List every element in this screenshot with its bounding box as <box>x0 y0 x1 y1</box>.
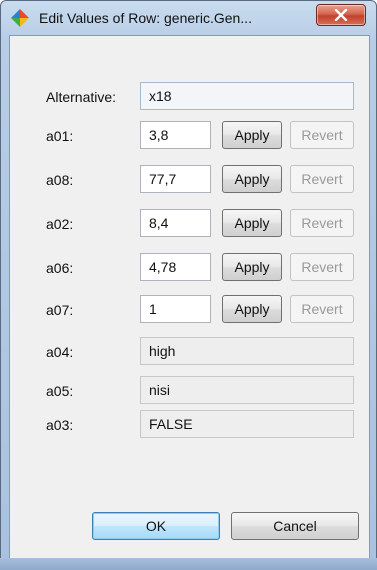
row-label-a01: a01: <box>46 128 74 144</box>
revert-button-a02[interactable]: Revert <box>290 209 354 237</box>
title-bar[interactable]: Edit Values of Row: generic.Gen... <box>1 1 376 35</box>
ok-button[interactable]: OK <box>92 512 220 540</box>
apply-button-a01[interactable]: Apply <box>222 121 282 149</box>
revert-button-a01[interactable]: Revert <box>290 121 354 149</box>
readonly-field-a05: nisi <box>140 376 354 404</box>
apply-button-a06[interactable]: Apply <box>222 253 282 281</box>
row-label-a04: a04: <box>46 344 74 360</box>
readonly-field-a03: FALSE <box>140 410 354 438</box>
apply-button-a02[interactable]: Apply <box>222 209 282 237</box>
readonly-field-a04: high <box>140 337 354 365</box>
alternative-field: x18 <box>140 82 354 110</box>
close-icon <box>334 9 348 21</box>
value-input-a08[interactable]: 77,7 <box>140 165 211 193</box>
row-label-a07: a07: <box>46 302 74 318</box>
cancel-button[interactable]: Cancel <box>231 512 359 540</box>
value-input-a06[interactable]: 4,78 <box>140 253 211 281</box>
value-input-a02[interactable]: 8,4 <box>140 209 211 237</box>
dialog-content: Alternative: x18 a01: 3,8 Apply Revert a… <box>9 35 370 561</box>
row-label-a05: a05: <box>46 383 74 399</box>
apply-button-a07[interactable]: Apply <box>222 295 282 323</box>
close-button[interactable] <box>316 4 366 26</box>
row-label-a06: a06: <box>46 260 74 276</box>
window-title: Edit Values of Row: generic.Gen... <box>39 10 252 26</box>
app-icon <box>11 9 29 27</box>
revert-button-a07[interactable]: Revert <box>290 295 354 323</box>
row-label-a03: a03: <box>46 417 74 433</box>
value-input-a07[interactable]: 1 <box>140 295 211 323</box>
dialog-window: Edit Values of Row: generic.Gen... Alter… <box>0 0 377 570</box>
apply-button-a08[interactable]: Apply <box>222 165 282 193</box>
alternative-label: Alternative: <box>46 89 117 105</box>
row-label-a08: a08: <box>46 172 74 188</box>
row-label-a02: a02: <box>46 216 74 232</box>
revert-button-a06[interactable]: Revert <box>290 253 354 281</box>
value-input-a01[interactable]: 3,8 <box>140 121 211 149</box>
window-bottom-edge <box>0 558 377 570</box>
revert-button-a08[interactable]: Revert <box>290 165 354 193</box>
